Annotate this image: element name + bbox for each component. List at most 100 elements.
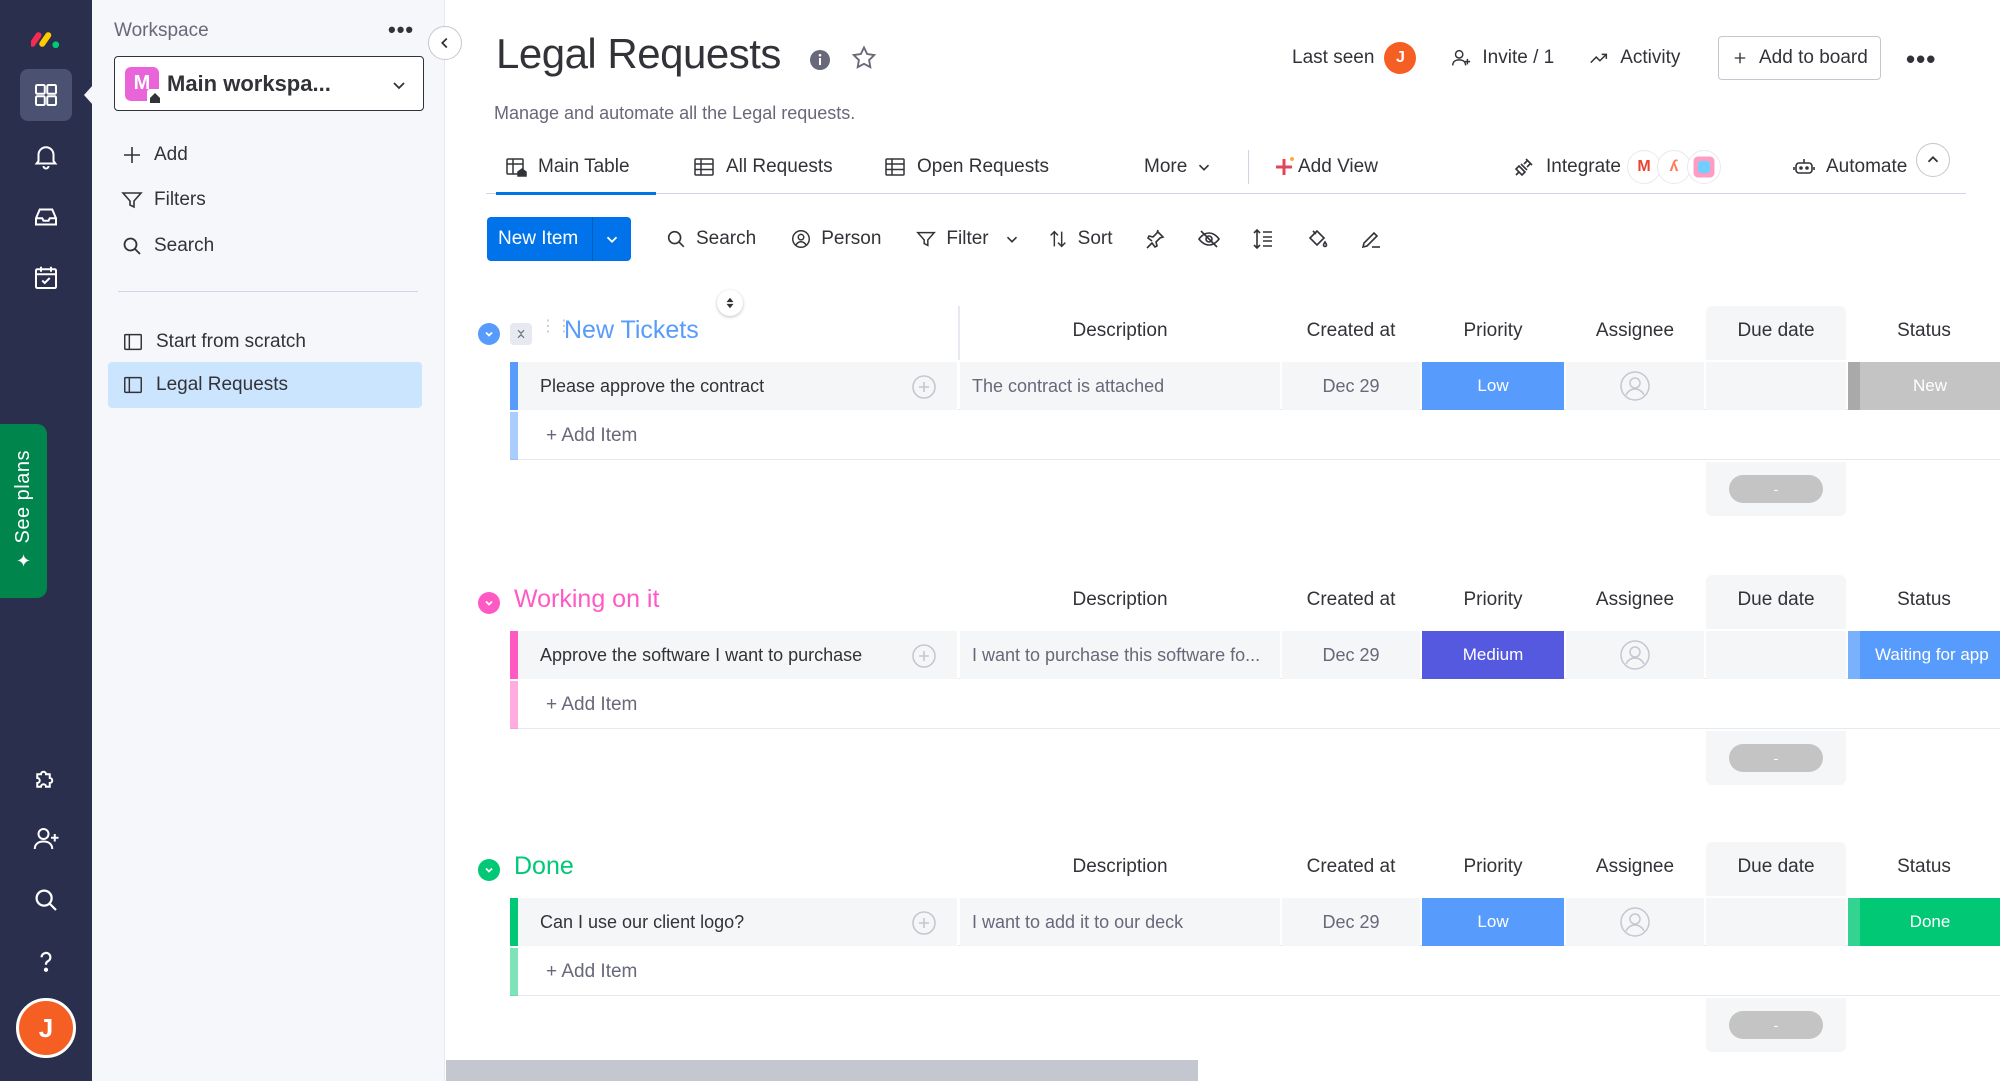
priority-cell[interactable]: Low xyxy=(1422,898,1564,946)
pin-button[interactable] xyxy=(1143,227,1167,251)
board-item-start-from-scratch[interactable]: Start from scratch xyxy=(108,319,422,365)
table-row[interactable]: Approve the software I want to purchase … xyxy=(510,631,2000,679)
assignee-cell[interactable] xyxy=(1566,362,1704,410)
status-cell[interactable]: Waiting for app xyxy=(1848,631,2000,679)
group-title[interactable]: Done xyxy=(514,852,574,881)
rail-my-work-button[interactable] xyxy=(20,252,72,304)
add-update-button[interactable] xyxy=(910,909,938,937)
add-update-button[interactable] xyxy=(910,642,938,670)
column-header-created-at[interactable]: Created at xyxy=(1282,589,1420,611)
rail-home-button[interactable] xyxy=(20,69,72,121)
column-header-due-date[interactable]: Due date xyxy=(1706,320,1846,342)
workspace-add-button[interactable]: Add xyxy=(120,143,188,167)
priority-cell[interactable]: Low xyxy=(1422,362,1564,410)
sort-button[interactable]: Sort xyxy=(1047,228,1113,250)
chevron-down-icon[interactable] xyxy=(1003,230,1021,248)
column-header-status[interactable]: Status xyxy=(1848,856,2000,878)
column-header-assignee[interactable]: Assignee xyxy=(1566,856,1704,878)
tab-more-dropdown[interactable]: More xyxy=(1144,140,1213,194)
group-collapse-button[interactable] xyxy=(478,323,500,345)
group-collapse-button[interactable] xyxy=(478,592,500,614)
due-date-cell[interactable] xyxy=(1706,362,1846,410)
column-header-description[interactable]: Description xyxy=(960,589,1280,611)
column-header-created-at[interactable]: Created at xyxy=(1282,856,1420,878)
item-name-cell[interactable]: Approve the software I want to purchase xyxy=(518,631,958,679)
column-header-assignee[interactable]: Assignee xyxy=(1566,320,1704,342)
user-avatar[interactable]: J xyxy=(16,998,76,1058)
color-button[interactable] xyxy=(1305,227,1329,251)
hide-columns-button[interactable] xyxy=(1197,227,1221,251)
last-seen[interactable]: Last seen J xyxy=(1292,42,1417,74)
column-header-due-date[interactable]: Due date xyxy=(1706,589,1846,611)
due-date-cell[interactable] xyxy=(1706,631,1846,679)
collapse-panel-button[interactable] xyxy=(428,26,462,60)
add-update-button[interactable] xyxy=(910,373,938,401)
tab-main-table[interactable]: Main Table xyxy=(496,140,656,195)
priority-cell[interactable]: Medium xyxy=(1422,631,1564,679)
workspace-filters-button[interactable]: Filters xyxy=(120,188,206,212)
column-header-priority[interactable]: Priority xyxy=(1422,856,1564,878)
status-cell[interactable]: New xyxy=(1848,362,2000,410)
search-button[interactable]: Search xyxy=(665,228,756,250)
column-header-status[interactable]: Status xyxy=(1848,589,2000,611)
star-icon[interactable] xyxy=(850,44,878,72)
edit-button[interactable] xyxy=(1359,227,1383,251)
workspace-search-button[interactable]: Search xyxy=(120,234,214,258)
board-more-button[interactable]: ••• xyxy=(1906,44,1936,75)
item-name-cell[interactable]: Please approve the contract xyxy=(518,362,958,410)
workspace-more-button[interactable]: ••• xyxy=(388,17,414,43)
board-item-legal-requests[interactable]: Legal Requests xyxy=(108,362,422,408)
rail-help-button[interactable] xyxy=(20,935,72,987)
info-icon[interactable] xyxy=(808,48,832,72)
table-row[interactable]: Please approve the contract The contract… xyxy=(510,362,2000,410)
column-header-due-date[interactable]: Due date xyxy=(1706,856,1846,878)
column-header-assignee[interactable]: Assignee xyxy=(1566,589,1704,611)
column-header-description[interactable]: Description xyxy=(960,320,1280,342)
column-header-priority[interactable]: Priority xyxy=(1422,320,1564,342)
filter-button[interactable]: Filter xyxy=(915,228,1020,250)
group-title[interactable]: New Tickets xyxy=(564,316,699,345)
invite-button[interactable]: Invite / 1 xyxy=(1450,47,1554,69)
description-cell[interactable]: The contract is attached xyxy=(960,362,1280,410)
assignee-cell[interactable] xyxy=(1566,898,1704,946)
rail-invite-button[interactable] xyxy=(20,813,72,865)
activity-button[interactable]: Activity xyxy=(1588,47,1680,69)
add-item-row[interactable]: + Add Item xyxy=(510,412,2000,460)
new-item-dropdown[interactable] xyxy=(593,230,631,248)
assignee-cell[interactable] xyxy=(1566,631,1704,679)
new-item-button[interactable]: New Item xyxy=(487,217,631,261)
item-name-cell[interactable]: Can I use our client logo? xyxy=(518,898,958,946)
column-header-created-at[interactable]: Created at xyxy=(1282,320,1420,342)
rail-notifications-button[interactable] xyxy=(20,130,72,182)
description-cell[interactable]: I want to purchase this software fo... xyxy=(960,631,1280,679)
rail-inbox-button[interactable] xyxy=(20,191,72,243)
tab-all-requests[interactable]: All Requests xyxy=(692,140,833,194)
add-item-row[interactable]: + Add Item xyxy=(510,681,2000,729)
rail-search-button[interactable] xyxy=(20,874,72,926)
monday-logo[interactable] xyxy=(20,12,72,64)
column-header-status[interactable]: Status xyxy=(1848,320,2000,342)
add-item-row[interactable]: + Add Item xyxy=(510,948,2000,996)
row-height-button[interactable] xyxy=(1251,227,1275,251)
column-header-description[interactable]: Description xyxy=(960,856,1280,878)
tab-open-requests[interactable]: Open Requests xyxy=(883,140,1049,194)
name-column-divider[interactable] xyxy=(958,306,960,360)
add-to-board-button[interactable]: Add to board xyxy=(1718,36,1881,80)
horizontal-scrollbar[interactable] xyxy=(446,1060,1198,1081)
table-row[interactable]: Can I use our client logo? I want to add… xyxy=(510,898,2000,946)
rail-apps-button[interactable] xyxy=(20,752,72,804)
see-plans-button[interactable]: See plans ✦ xyxy=(0,424,47,598)
collapse-header-button[interactable] xyxy=(1916,143,1950,177)
person-filter-button[interactable]: Person xyxy=(790,228,881,250)
integrate-button[interactable]: Integrate M ʎ xyxy=(1512,140,1721,194)
workspace-selector[interactable]: M Main workspa... xyxy=(114,56,424,111)
description-cell[interactable]: I want to add it to our deck xyxy=(960,898,1280,946)
group-title[interactable]: Working on it xyxy=(514,585,659,614)
automate-button[interactable]: Automate xyxy=(1792,140,1907,194)
status-cell[interactable]: Done xyxy=(1848,898,2000,946)
group-select-checkbox[interactable] xyxy=(510,323,532,345)
due-date-cell[interactable] xyxy=(1706,898,1846,946)
group-collapse-button[interactable] xyxy=(478,859,500,881)
column-header-priority[interactable]: Priority xyxy=(1422,589,1564,611)
add-view-button[interactable]: Add View xyxy=(1272,140,1378,194)
